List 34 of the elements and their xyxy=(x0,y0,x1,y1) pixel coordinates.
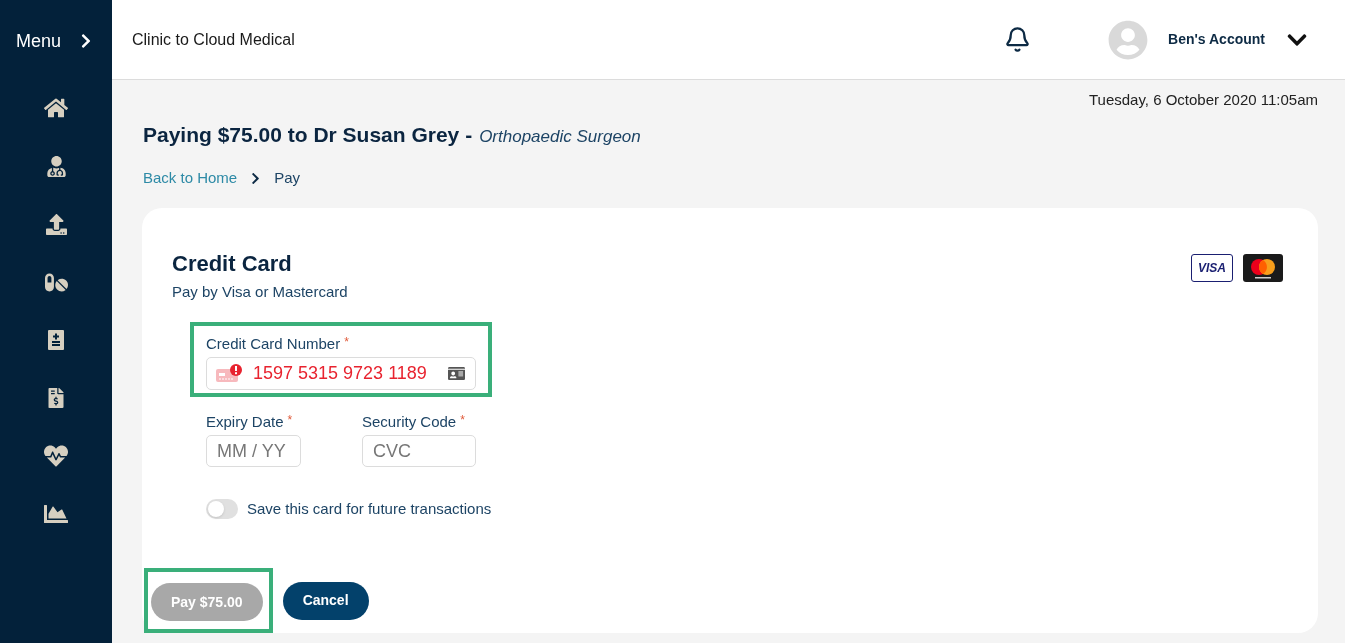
toggle-switch[interactable] xyxy=(206,499,238,519)
toggle-label: Save this card for future transactions xyxy=(247,499,492,519)
id-card-icon xyxy=(448,365,465,382)
required-mark: * xyxy=(460,412,465,428)
security-code-field[interactable]: CVC xyxy=(362,435,476,467)
expiry-date-field[interactable]: MM / YY xyxy=(206,435,301,467)
card-number-field[interactable]: 1597 5315 9723 1189 xyxy=(206,357,476,390)
doctor-icon[interactable] xyxy=(45,155,67,177)
app-title: Clinic to Cloud Medical xyxy=(132,29,295,50)
breadcrumb-link[interactable]: Back to Home xyxy=(143,168,238,188)
area-chart-icon[interactable] xyxy=(44,502,68,526)
notification-bell-icon[interactable] xyxy=(1004,26,1032,53)
field-label: Expiry Date xyxy=(206,412,284,432)
upload-icon[interactable] xyxy=(45,213,67,235)
page-subtitle: Orthopaedic Surgeon xyxy=(479,126,641,148)
action-button[interactable]: Cancel xyxy=(282,581,369,620)
mastercard-logo xyxy=(1243,254,1283,282)
required-mark: * xyxy=(344,334,349,350)
avatar-icon xyxy=(1108,19,1149,60)
required-mark: * xyxy=(287,412,293,428)
visa-logo: VISA xyxy=(1191,254,1233,282)
date-time: Tuesday, 6 October 2020 11:05am xyxy=(1088,90,1318,110)
field-label: Credit Card Number xyxy=(206,334,341,354)
home-icon[interactable] xyxy=(44,96,68,120)
invoice-dollar-icon[interactable] xyxy=(46,388,66,408)
breadcrumb-link[interactable]: Pay xyxy=(274,168,301,188)
account-menu[interactable]: Ben's Account xyxy=(1108,19,1308,60)
field-label: Security Code xyxy=(362,412,457,432)
document-icon[interactable] xyxy=(48,330,64,350)
card-subtitle: Pay by Visa or Mastercard xyxy=(172,282,348,302)
menu-button[interactable]: Menu xyxy=(16,30,95,52)
page-title: Paying $75.00 to Dr Susan Grey - xyxy=(143,123,473,147)
heartbeat-icon[interactable] xyxy=(44,444,68,468)
card-title: Credit Card xyxy=(172,250,293,278)
